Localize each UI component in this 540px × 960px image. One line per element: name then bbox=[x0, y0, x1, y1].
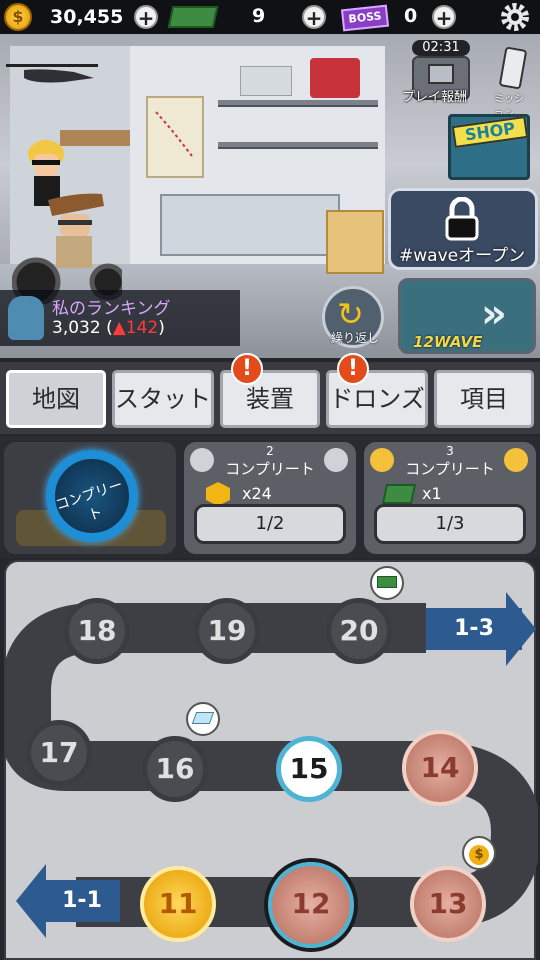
gem-reward-icon bbox=[186, 702, 220, 736]
mission-row: コンプリート 2 コンプリート x24 1/2 3 コンプリート x1 1/3 bbox=[0, 436, 540, 558]
coin-counter: $ 30,455 bbox=[4, 3, 124, 31]
main-tabs: 地図 スタット 装置 ! ドロンズ ! 項目 bbox=[0, 353, 540, 434]
reward-amount: x1 bbox=[422, 484, 442, 503]
add-coins-button[interactable]: + bbox=[134, 5, 158, 30]
stage-node-18[interactable]: 18 bbox=[64, 598, 130, 664]
shelf-top bbox=[218, 100, 378, 107]
garage-scene: 私のランキング 3,032 (▲142) 02:31 プレイ報酬 ミッション S… bbox=[0, 34, 540, 358]
tab-items[interactable]: 項目 bbox=[434, 370, 534, 428]
stage-node-19[interactable]: 19 bbox=[194, 598, 260, 664]
cash-amount: 9 bbox=[252, 5, 266, 27]
hero-characters bbox=[11, 134, 127, 307]
arrow-left-icon bbox=[16, 864, 46, 938]
play-reward-label: プレイ報酬 bbox=[402, 90, 468, 105]
gold-hex-icon bbox=[206, 482, 230, 506]
robot-avatar-icon bbox=[8, 296, 44, 340]
boss-ticket-icon: BOSS bbox=[340, 4, 390, 32]
rank-up-icon: ▲ bbox=[112, 318, 126, 338]
cash-icon bbox=[381, 484, 417, 504]
shelf-mid bbox=[218, 142, 378, 149]
mission-progress: 1/3 bbox=[374, 504, 526, 544]
mission-phone-button[interactable]: ミッション bbox=[494, 46, 532, 120]
projector-icon bbox=[428, 64, 454, 84]
add-cash-button[interactable]: + bbox=[302, 5, 326, 30]
wave-open-label: #waveオープン bbox=[399, 246, 526, 266]
workbench bbox=[160, 194, 340, 256]
mission-label: コンプリート bbox=[405, 460, 495, 478]
add-boss-ticket-button[interactable]: + bbox=[432, 5, 456, 30]
repeat-label: 繰り返し bbox=[331, 331, 380, 345]
helicopter-icon bbox=[4, 58, 102, 86]
wave-open-button[interactable]: #waveオープン bbox=[388, 188, 538, 270]
stage-node-13[interactable]: 13 bbox=[410, 866, 486, 942]
cash-reward-icon bbox=[370, 566, 404, 600]
complete-mission-card[interactable]: コンプリート bbox=[4, 442, 176, 554]
tab-stats[interactable]: スタット bbox=[112, 370, 214, 428]
ranking-panel[interactable]: 私のランキング 3,032 (▲142) bbox=[0, 290, 240, 346]
shop-sign: SHOP bbox=[451, 115, 529, 149]
tab-equipment[interactable]: 装置 ! bbox=[220, 353, 320, 428]
game-screen: { "topbar": { "coins": "30,455", "cash":… bbox=[0, 0, 540, 960]
chevron-right-icon: » bbox=[481, 291, 507, 337]
cash-icon bbox=[167, 6, 219, 28]
mission-progress: 1/2 bbox=[194, 504, 346, 544]
reward-timer: 02:31 bbox=[412, 40, 470, 56]
lock-icon bbox=[443, 196, 481, 241]
tab-map[interactable]: 地図 bbox=[6, 370, 106, 428]
start-wave-button[interactable]: » 12WAVE bbox=[398, 278, 536, 354]
mission-count: 3 bbox=[446, 444, 454, 458]
stage-map: 1-3 1-1 18 19 20 17 16 15 14 13 $ 12 11 bbox=[4, 560, 538, 960]
device-box bbox=[240, 66, 292, 96]
boss-ticket-amount: 0 bbox=[404, 5, 418, 27]
mission-card-2[interactable]: 2 コンプリート x24 1/2 bbox=[184, 442, 356, 554]
reward-amount: x24 bbox=[242, 484, 272, 503]
prev-area-button[interactable]: 1-1 bbox=[44, 880, 120, 922]
mission-label: コンプリート bbox=[225, 460, 315, 478]
alert-badge-icon: ! bbox=[337, 353, 369, 385]
stage-node-11[interactable]: 11 bbox=[140, 866, 216, 942]
ranking-title: 私のランキング bbox=[52, 299, 171, 319]
coin-icon: $ bbox=[4, 3, 32, 31]
coin-amount: 30,455 bbox=[50, 6, 124, 28]
stage-node-15[interactable]: 15 bbox=[276, 736, 342, 802]
stage-node-17[interactable]: 17 bbox=[26, 720, 92, 786]
ranking-score: 3,032 (▲142) bbox=[52, 318, 165, 338]
coin-reward-icon: $ bbox=[462, 836, 496, 870]
repeat-button[interactable]: ↻ 繰り返し bbox=[322, 286, 384, 348]
mission-card-3[interactable]: 3 コンプリート x1 1/3 bbox=[364, 442, 536, 554]
wave-button-label: 12WAVE bbox=[413, 333, 483, 351]
red-toolbox bbox=[310, 58, 360, 98]
map-poster bbox=[146, 96, 204, 178]
mission-count: 2 bbox=[266, 444, 274, 458]
tab-drones[interactable]: ドロンズ ! bbox=[326, 353, 428, 428]
stage-node-14[interactable]: 14 bbox=[402, 730, 478, 806]
gear-icon[interactable] bbox=[498, 2, 532, 32]
stage-node-12[interactable]: 12 bbox=[268, 862, 354, 948]
phone-icon bbox=[498, 46, 528, 90]
resource-bar: $ 30,455 + 9 + BOSS 0 + bbox=[0, 0, 540, 34]
alert-badge-icon: ! bbox=[231, 353, 263, 385]
stage-node-16[interactable]: 16 bbox=[142, 736, 208, 802]
cardboard-box bbox=[326, 210, 384, 274]
repeat-icon: ↻ bbox=[337, 295, 364, 333]
stage-node-20[interactable]: 20 bbox=[326, 598, 392, 664]
shop-button[interactable]: SHOP bbox=[448, 114, 530, 180]
arrow-right-icon bbox=[506, 592, 536, 666]
